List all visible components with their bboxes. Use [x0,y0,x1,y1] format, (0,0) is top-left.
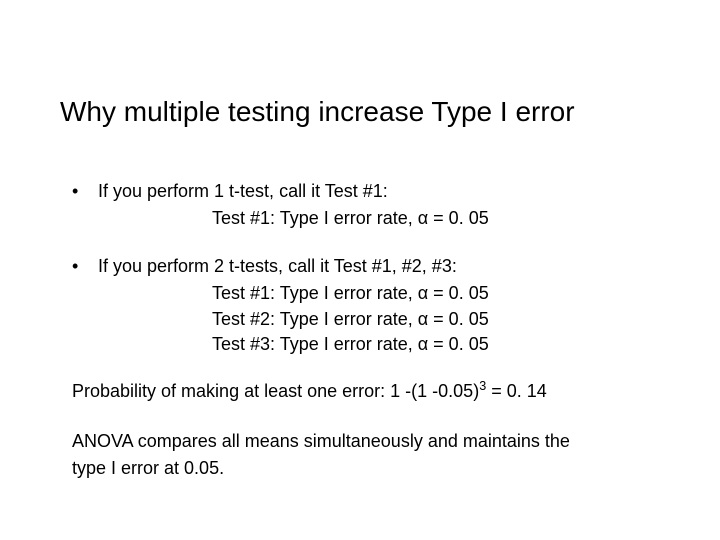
prob-post: = 0. 14 [486,381,547,401]
bullet-2-lead: If you perform 2 t-tests, call it Test #… [98,256,457,276]
slide: Why multiple testing increase Type I err… [0,0,720,540]
bullet-2: If you perform 2 t-tests, call it Test #… [72,255,660,278]
bullet-2-sub-2: Test #2: Type I error rate, α = 0. 05 [72,308,660,331]
bullet-2-sub-3: Test #3: Type I error rate, α = 0. 05 [72,333,660,356]
prob-pre: Probability of making at least one error… [72,381,479,401]
spacer [72,408,660,430]
probability-line: Probability of making at least one error… [72,380,660,403]
bullet-1: If you perform 1 t-test, call it Test #1… [72,180,660,203]
slide-title: Why multiple testing increase Type I err… [60,96,680,128]
anova-line-1: ANOVA compares all means simultaneously … [72,430,660,453]
bullet-1-lead: If you perform 1 t-test, call it Test #1… [98,181,388,201]
slide-body: If you perform 1 t-test, call it Test #1… [72,180,660,485]
bullet-1-sub-1: Test #1: Type I error rate, α = 0. 05 [72,207,660,230]
anova-line-2: type I error at 0.05. [72,457,660,480]
bullet-2-sub-1: Test #1: Type I error rate, α = 0. 05 [72,282,660,305]
spacer [72,358,660,380]
spacer [72,233,660,255]
